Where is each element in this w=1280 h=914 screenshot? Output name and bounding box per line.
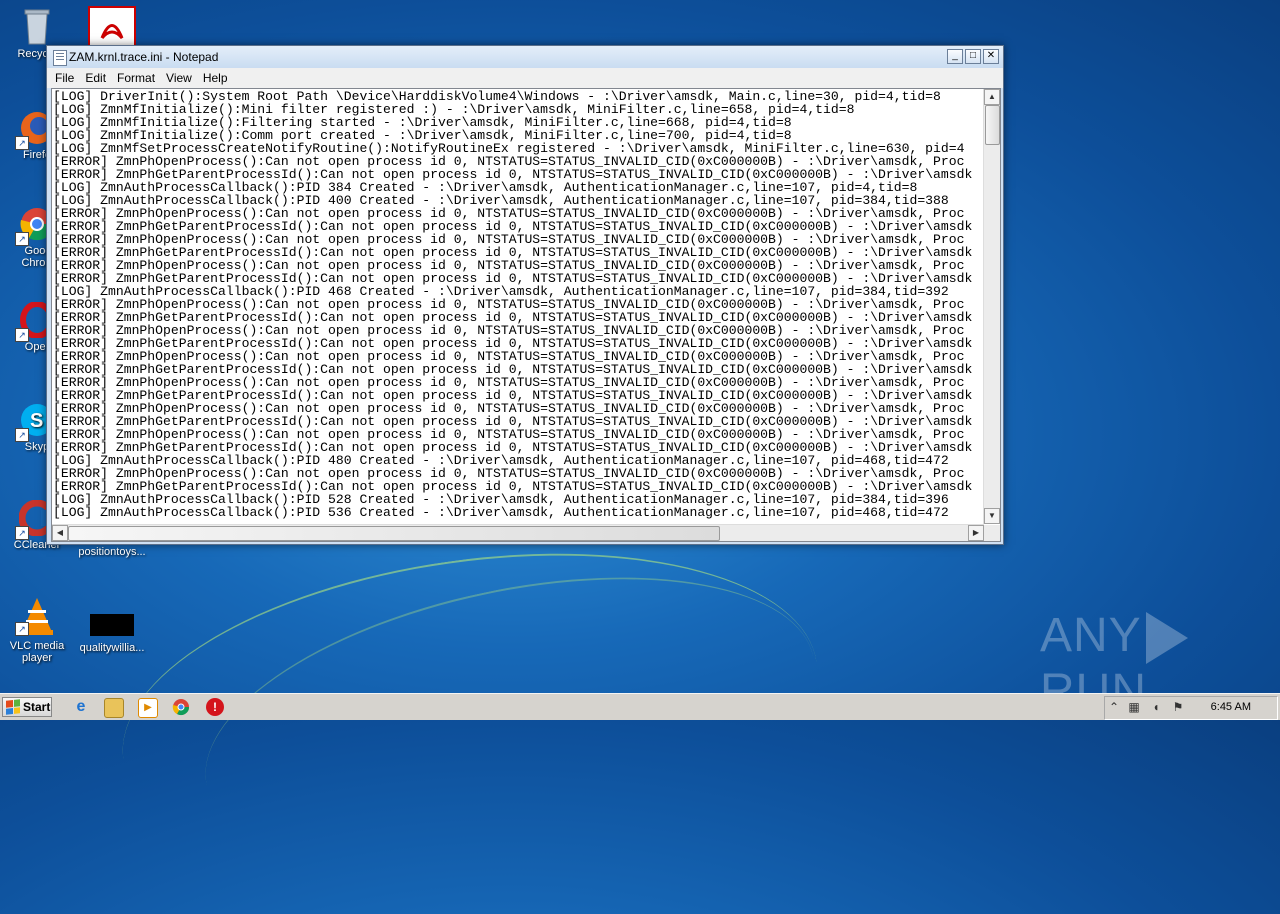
file-explorer-icon[interactable] [104, 698, 124, 718]
scroll-right-button[interactable]: ▶ [968, 525, 984, 541]
start-label: Start [23, 700, 51, 714]
notepad-window[interactable]: ZAM.krnl.trace.ini - Notepad _ □ ✕ File … [46, 45, 1004, 545]
network-icon[interactable]: ▦ [1127, 700, 1141, 714]
recycle-bin-icon [19, 6, 55, 45]
clock[interactable]: 6:45 AM [1211, 701, 1251, 713]
desktop-icon-label: VLC media player [9, 640, 65, 664]
horizontal-scroll-thumb[interactable] [68, 526, 720, 541]
notepad-icon [53, 50, 67, 66]
title-bar[interactable]: ZAM.krnl.trace.ini - Notepad _ □ ✕ [47, 46, 1003, 68]
desktop-icon-positiontoys[interactable]: positiontoys... [72, 546, 152, 558]
shortcut-arrow-icon: ↗ [15, 526, 29, 540]
menu-edit[interactable]: Edit [81, 71, 113, 85]
security-icon[interactable]: ! [206, 698, 224, 716]
shortcut-arrow-icon: ↗ [15, 622, 29, 636]
desktop-icon-qualitywillia[interactable]: qualitywillia... [72, 614, 152, 654]
text-editor[interactable]: [LOG] DriverInit():System Root Path \Dev… [51, 88, 1001, 542]
maximize-button[interactable]: □ [965, 49, 981, 64]
window-controls: _ □ ✕ [947, 49, 999, 64]
system-tray: ⌃ ▦ ◖ ⚑ 6:45 AM [1104, 696, 1278, 720]
horizontal-scrollbar[interactable]: ◀ ▶ [52, 524, 984, 541]
volume-icon[interactable]: ◖ [1149, 700, 1163, 714]
vlc-icon: ↗ [15, 596, 55, 636]
menu-format[interactable]: Format [113, 71, 162, 85]
shortcut-arrow-icon: ↗ [15, 232, 29, 246]
window-title: ZAM.krnl.trace.ini - Notepad [69, 50, 219, 64]
chrome-icon[interactable] [172, 698, 190, 716]
close-button[interactable]: ✕ [983, 49, 999, 64]
vertical-scrollbar[interactable]: ▲ ▼ [983, 89, 1000, 524]
file-icon [90, 614, 134, 636]
wallpaper-streak [179, 528, 841, 914]
desktop-icon-vlc[interactable]: ↗ VLC media player [2, 596, 72, 664]
text-content[interactable]: [LOG] DriverInit():System Root Path \Dev… [52, 89, 984, 524]
watermark-left: ANY [1040, 609, 1142, 662]
acrobat-icon [88, 6, 136, 50]
scroll-down-button[interactable]: ▼ [984, 508, 1000, 524]
start-button[interactable]: Start [2, 697, 52, 717]
shortcut-arrow-icon: ↗ [15, 136, 29, 150]
play-icon [1145, 612, 1188, 665]
desktop-icon-label: qualitywillia... [79, 642, 145, 654]
minimize-button[interactable]: _ [947, 49, 963, 64]
shortcut-arrow-icon: ↗ [15, 328, 29, 342]
menu-file[interactable]: File [51, 71, 81, 85]
scroll-up-button[interactable]: ▲ [984, 89, 1000, 105]
show-hidden-icons-icon[interactable]: ⌃ [1107, 700, 1121, 714]
menu-bar: File Edit Format View Help [47, 68, 1003, 88]
menu-view[interactable]: View [162, 71, 199, 85]
internet-explorer-icon[interactable]: e [72, 698, 90, 716]
log-text[interactable]: [LOG] DriverInit():System Root Path \Dev… [52, 89, 984, 520]
scrollbar-corner [984, 525, 1000, 541]
scroll-left-button[interactable]: ◀ [52, 525, 68, 541]
menu-help[interactable]: Help [199, 71, 235, 85]
vertical-scroll-thumb[interactable] [985, 105, 1000, 145]
svg-text:S: S [30, 410, 43, 432]
shortcut-arrow-icon: ↗ [15, 428, 29, 442]
windows-flag-icon [6, 699, 20, 715]
taskbar: Start e ▶ ! ⌃ ▦ ◖ ⚑ 6:45 AM [0, 693, 1280, 720]
media-player-icon[interactable]: ▶ [138, 698, 158, 718]
flag-icon[interactable]: ⚑ [1171, 700, 1185, 714]
desktop-icon-label: positiontoys... [78, 546, 146, 558]
